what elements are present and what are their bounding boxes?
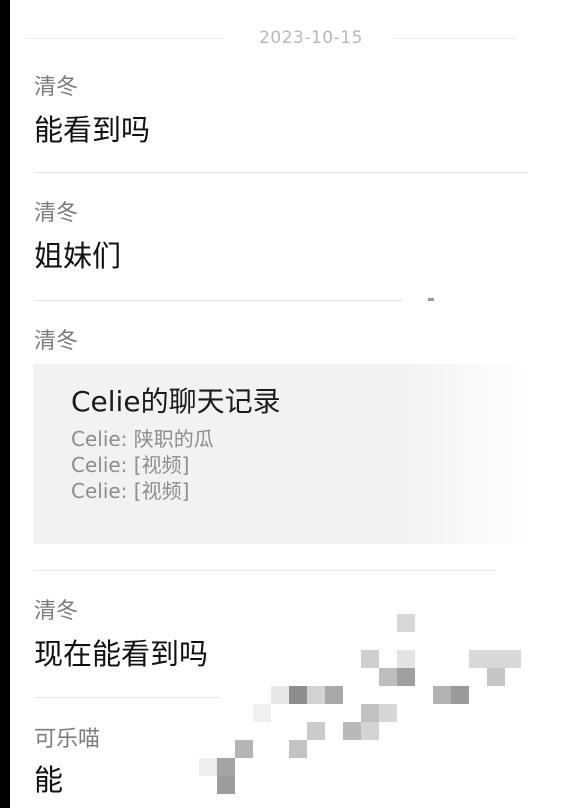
sender-name[interactable]: 清冬 xyxy=(34,74,78,102)
sender-name[interactable]: 清冬 xyxy=(34,200,78,228)
sender-name[interactable]: 清冬 xyxy=(34,328,78,356)
chat-record-line: Celie: [视频] xyxy=(71,479,190,503)
date-separator: 2023-10-15 xyxy=(26,26,516,50)
sender-name[interactable]: 清冬 xyxy=(34,598,78,626)
chat-record-title: Celie的聊天记录 xyxy=(71,385,281,418)
message-text[interactable]: 能看到吗 xyxy=(34,112,150,148)
message-divider xyxy=(34,697,220,698)
message-divider xyxy=(34,300,404,301)
chat-record-line: Celie: [视频] xyxy=(71,453,190,477)
chat-record-line: Celie: 陕职的瓜 xyxy=(71,427,214,451)
message-divider xyxy=(34,172,528,173)
date-line-left xyxy=(26,38,224,39)
date-label: 2023-10-15 xyxy=(259,28,363,48)
chat-record-card[interactable]: Celie的聊天记录 Celie: 陕职的瓜 Celie: [视频] Celie… xyxy=(33,364,405,544)
sender-name[interactable]: 可乐喵 xyxy=(34,726,100,754)
message-text[interactable]: 能 xyxy=(34,762,63,798)
card-fade-edge xyxy=(395,364,535,544)
message-text[interactable]: 现在能看到吗 xyxy=(34,636,208,672)
message-divider xyxy=(34,570,496,571)
left-edge-bar xyxy=(0,0,10,808)
artifact-mark xyxy=(428,298,434,301)
message-text[interactable]: 姐妹们 xyxy=(34,238,121,274)
date-line-right xyxy=(394,38,516,39)
